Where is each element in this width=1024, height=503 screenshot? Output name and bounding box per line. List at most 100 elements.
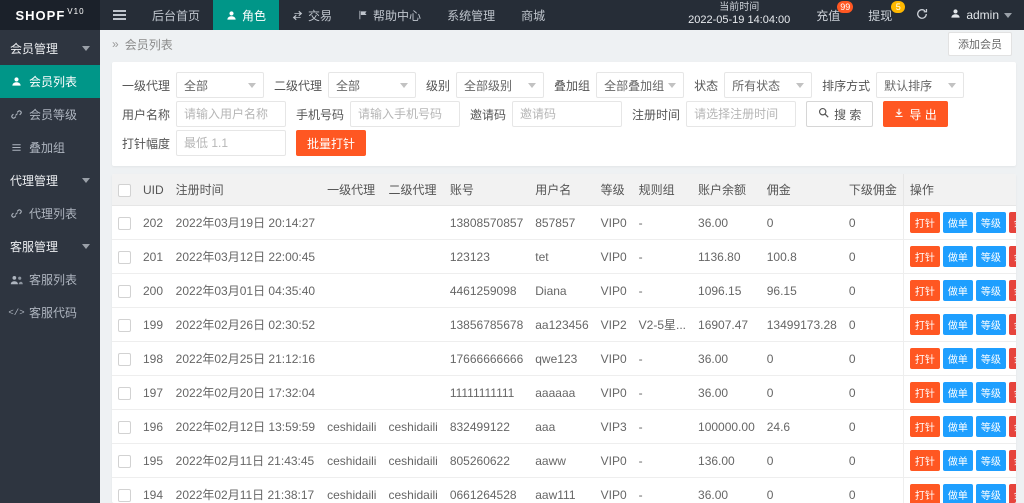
action-order-button[interactable]: 做单 [942,280,973,301]
action-balance-button[interactable]: 余额 [1008,382,1016,403]
sidebar-item-agent-list[interactable]: 代理列表 [0,197,100,230]
chevron-down-icon [528,82,537,88]
action-inject-button[interactable]: 打针 [909,416,940,437]
menu-mall[interactable]: 商城 [508,0,558,30]
status-select[interactable]: 所有状态 [724,72,813,98]
action-order-button[interactable]: 做单 [942,450,973,471]
row-checkbox[interactable] [118,216,131,230]
sidebar-group-agents[interactable]: 代理管理 [0,164,100,197]
level-select[interactable]: 全部级别 [456,72,545,98]
sidebar-item-member-level[interactable]: 会员等级 [0,98,100,131]
cell-username: aaaaaa [529,375,595,410]
username-input[interactable] [176,101,287,127]
action-order-button[interactable]: 做单 [942,484,973,503]
action-balance-button[interactable]: 余额 [1008,450,1016,471]
sidebar-item-service-code[interactable]: </> 客服代码 [0,296,100,329]
action-inject-button[interactable]: 打针 [909,450,940,471]
action-level-button[interactable]: 等级 [975,280,1006,301]
agent2-select[interactable]: 全部 [328,72,417,98]
recharge-link[interactable]: 充值 99 [802,0,854,30]
select-all-checkbox[interactable] [118,183,131,197]
cell-agent2 [382,307,444,342]
action-balance-button[interactable]: 余额 [1008,314,1016,335]
action-inject-button[interactable]: 打针 [909,212,940,233]
action-order-button[interactable]: 做单 [942,212,973,233]
action-balance-button[interactable]: 余额 [1008,348,1016,369]
action-inject-button[interactable]: 打针 [909,280,940,301]
sidebar-group-members[interactable]: 会员管理 [0,32,100,65]
action-inject-button[interactable]: 打针 [909,314,940,335]
refresh-button[interactable] [906,0,938,30]
chevron-down-icon [796,82,805,88]
menu-role[interactable]: 角色 [213,0,280,30]
row-checkbox[interactable] [118,318,131,332]
action-order-button[interactable]: 做单 [942,348,973,369]
action-order-button[interactable]: 做单 [942,382,973,403]
cell-agent1: ceshidaili [321,409,383,444]
cell-account: 123123 [443,239,530,274]
action-balance-button[interactable]: 余额 [1008,246,1016,267]
menu-system[interactable]: 系统管理 [434,0,508,30]
withdraw-link[interactable]: 提现 5 [854,0,906,30]
action-level-button[interactable]: 等级 [975,484,1006,503]
user-menu[interactable]: admin [938,0,1024,30]
action-inject-button[interactable]: 打针 [909,382,940,403]
add-member-button[interactable]: 添加会员 [948,32,1012,56]
row-checkbox[interactable] [118,386,131,400]
sidebar-group-service[interactable]: 客服管理 [0,230,100,263]
action-balance-button[interactable]: 余额 [1008,484,1016,503]
menu-trade[interactable]: 交易 [279,0,345,30]
cell-agent1 [321,375,383,410]
export-button[interactable]: 导 出 [883,101,948,127]
action-level-button[interactable]: 等级 [975,212,1006,233]
action-balance-button[interactable]: 余额 [1008,280,1016,301]
cell-rule-group: - [632,239,693,274]
action-level-button[interactable]: 等级 [975,382,1006,403]
cell-rule-group: - [632,375,693,410]
cell-commission: 0 [760,341,843,376]
phone-input[interactable] [350,101,461,127]
action-balance-button[interactable]: 余额 [1008,416,1016,437]
row-checkbox[interactable] [118,488,131,502]
cell-sub-commission: 0 [842,307,904,342]
agent1-select[interactable]: 全部 [176,72,265,98]
row-checkbox[interactable] [118,284,131,298]
action-order-button[interactable]: 做单 [942,246,973,267]
menu-help[interactable]: 帮助中心 [345,0,434,30]
sort-select[interactable]: 默认排序 [876,72,965,98]
row-select-cell [112,205,137,240]
action-level-button[interactable]: 等级 [975,246,1006,267]
sidebar-item-stack-group[interactable]: 叠加组 [0,131,100,164]
cell-agent2: ceshidaili [382,443,444,478]
sidebar-item-service-list[interactable]: 客服列表 [0,263,100,296]
row-checkbox[interactable] [118,420,131,434]
action-level-button[interactable]: 等级 [975,348,1006,369]
action-order-button[interactable]: 做单 [942,314,973,335]
cell-uid: 195 [137,443,170,478]
hamburger-button[interactable] [100,0,139,30]
code-icon: </> [8,307,25,318]
row-checkbox[interactable] [118,454,131,468]
cell-sub-commission: 0 [842,375,904,410]
register-time-input[interactable] [686,101,797,127]
action-level-button[interactable]: 等级 [975,416,1006,437]
action-level-button[interactable]: 等级 [975,314,1006,335]
row-checkbox[interactable] [118,250,131,264]
action-balance-button[interactable]: 余额 [1008,212,1016,233]
action-order-button[interactable]: 做单 [942,416,973,437]
batch-inject-button[interactable]: 批量打针 [296,130,367,156]
stack-group-select[interactable]: 全部叠加组 [596,72,685,98]
cell-uid: 196 [137,409,170,444]
action-inject-button[interactable]: 打针 [909,484,940,503]
recharge-badge: 99 [837,1,854,13]
row-checkbox[interactable] [118,352,131,366]
action-level-button[interactable]: 等级 [975,450,1006,471]
action-inject-button[interactable]: 打针 [909,246,940,267]
action-inject-button[interactable]: 打针 [909,348,940,369]
invite-code-input[interactable] [512,101,623,127]
search-button[interactable]: 搜 索 [806,101,874,127]
sidebar-item-member-list[interactable]: 会员列表 [0,65,100,98]
table-row: 194 2022年02月11日 21:38:17 ceshidaili cesh… [112,477,1016,503]
menu-home[interactable]: 后台首页 [139,0,213,30]
inject-range-input[interactable] [176,130,287,156]
